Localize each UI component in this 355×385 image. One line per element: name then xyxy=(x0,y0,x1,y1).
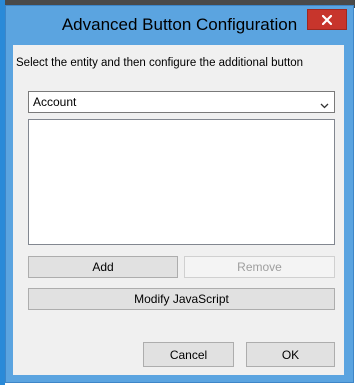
add-button[interactable]: Add xyxy=(28,256,178,278)
entity-dropdown[interactable]: Account xyxy=(28,91,335,113)
dialog-title: Advanced Button Configuration xyxy=(61,15,298,34)
ok-button[interactable]: OK xyxy=(246,342,335,367)
cancel-button[interactable]: Cancel xyxy=(143,342,234,367)
close-icon xyxy=(322,14,332,25)
remove-button[interactable]: Remove xyxy=(184,256,335,278)
title-bar[interactable]: Advanced Button Configuration xyxy=(6,6,353,46)
buttons-listbox[interactable] xyxy=(28,119,335,245)
entity-dropdown-value: Account xyxy=(33,95,77,109)
modify-javascript-button[interactable]: Modify JavaScript xyxy=(28,288,335,310)
close-button[interactable] xyxy=(307,9,347,30)
instruction-label: Select the entity and then configure the… xyxy=(16,57,304,69)
chevron-down-icon xyxy=(320,98,329,112)
